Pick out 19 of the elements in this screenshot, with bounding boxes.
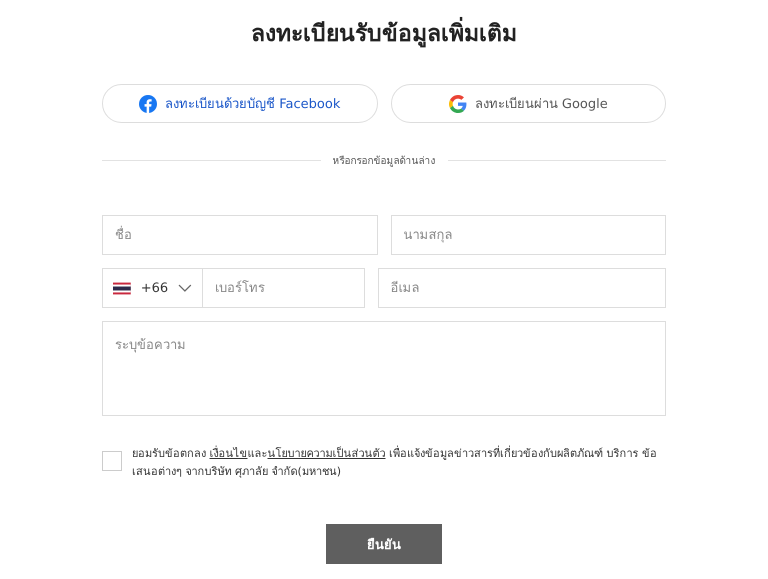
google-icon: [448, 94, 467, 112]
form-title: ลงทะเบียนรับข้อมูลเพิ่มเติม: [102, 16, 666, 52]
social-login-button[interactable]: ลงทะเบียนด้วยบัญชี Facebook: [102, 84, 378, 123]
phone-field[interactable]: เบอร์โทร: [202, 268, 364, 308]
social-login-button[interactable]: ลงทะเบียนผ่าน Google: [390, 84, 666, 123]
chevron-down-icon: [178, 284, 192, 292]
flag-icon: [113, 282, 131, 294]
message-field[interactable]: ระบุข้อความ: [102, 321, 666, 416]
facebook-icon: [139, 94, 158, 112]
divider-text: หรือกรอกข้อมูลด้านล่าง: [332, 154, 436, 168]
submit-button[interactable]: ยืนยัน: [326, 524, 442, 564]
email-field[interactable]: อีเมล: [378, 268, 666, 308]
first-name-field[interactable]: ชื่อ: [102, 215, 378, 255]
terms-link[interactable]: เงื่อนไข: [210, 447, 248, 460]
consent-text: ยอมรับข้อตกลง เงื่อนไข และนโยบายความเป็นส่วนตัว เพื่อแจ้งข้อมูลข่าวสารที่เกี่ยวข้องกับผลิตภัณฑ์ บริการ ข้อเสนอต่างๆ จากบริษัท ศุภาลัย จำกัด(มหาชน): [132, 445, 658, 480]
consent-checkbox[interactable]: [102, 451, 122, 471]
last-name-field[interactable]: นามสกุล: [390, 215, 666, 255]
country-code-select[interactable]: +66: [102, 268, 202, 308]
terms-link[interactable]: นโยบายความเป็นส่วนตัว: [268, 447, 386, 460]
